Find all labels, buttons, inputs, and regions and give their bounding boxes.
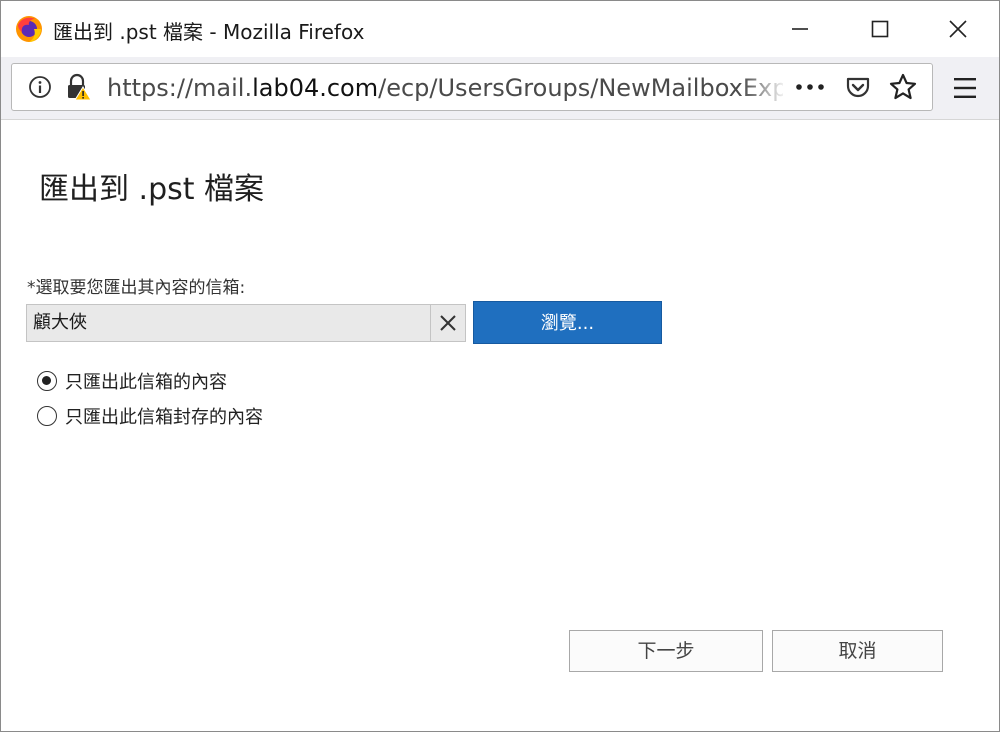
mailbox-field-label: *選取要您匯出其內容的信箱: [27, 278, 246, 298]
close-window-button[interactable] [925, 1, 991, 57]
close-icon [949, 20, 967, 38]
more-dots-icon[interactable] [790, 74, 834, 100]
browse-button[interactable]: 瀏覽... [473, 301, 662, 344]
radio-button-selected[interactable] [37, 371, 57, 391]
maximize-button[interactable] [847, 1, 913, 57]
cancel-button[interactable]: 取消 [772, 630, 943, 672]
title-bar: 匯出到 .pst 檔案 - Mozilla Firefox [1, 1, 999, 57]
url-domain: lab04.com [252, 74, 379, 102]
close-icon [440, 315, 456, 331]
radio-label: 只匯出此信箱的內容 [65, 372, 227, 393]
info-icon[interactable] [28, 75, 52, 99]
radio-button[interactable] [37, 406, 57, 426]
mailbox-input[interactable]: 顧大俠 [26, 304, 430, 342]
star-icon[interactable] [888, 72, 918, 102]
radio-option-archive[interactable]: 只匯出此信箱封存的內容 [37, 404, 263, 428]
radio-option-mailbox[interactable]: 只匯出此信箱的內容 [37, 369, 227, 393]
url-path: /ecp/UsersGroups/NewMailboxExpor [378, 74, 783, 102]
hamburger-menu-icon[interactable] [951, 75, 979, 101]
nav-toolbar: https://mail.lab04.com/ecp/UsersGroups/N… [1, 57, 999, 120]
url-fade [742, 64, 787, 110]
clear-mailbox-button[interactable] [430, 304, 466, 342]
url-bar[interactable]: https://mail.lab04.com/ecp/UsersGroups/N… [11, 63, 933, 111]
url-text[interactable]: https://mail.lab04.com/ecp/UsersGroups/N… [107, 73, 783, 103]
window-title: 匯出到 .pst 檔案 - Mozilla Firefox [53, 20, 365, 44]
pocket-icon[interactable] [844, 73, 872, 101]
lock-warning-icon[interactable] [64, 73, 92, 101]
minimize-button[interactable] [767, 1, 833, 57]
maximize-icon [871, 20, 889, 38]
firefox-logo-icon [16, 16, 42, 42]
url-prefix: https://mail. [107, 74, 253, 102]
next-button[interactable]: 下一步 [569, 630, 763, 672]
browser-window: 匯出到 .pst 檔案 - Mozilla Firefox https://ma… [0, 0, 1000, 732]
page-title: 匯出到 .pst 檔案 [39, 172, 265, 207]
minimize-icon [792, 28, 808, 30]
radio-label: 只匯出此信箱封存的內容 [65, 407, 263, 428]
